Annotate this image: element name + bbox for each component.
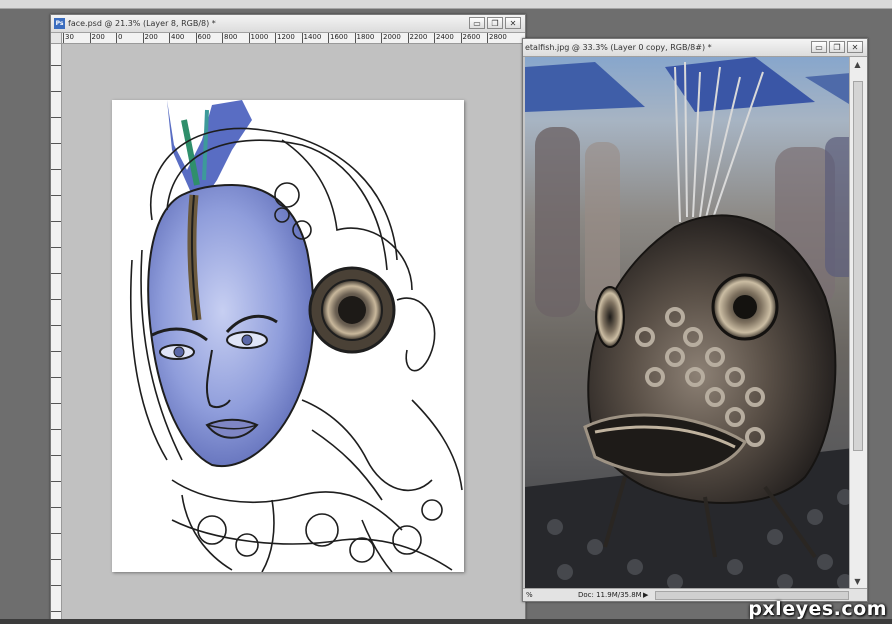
scroll-down-icon[interactable]: ▼	[852, 576, 863, 587]
ruler-label: 30	[63, 33, 74, 43]
ruler-tick	[51, 429, 61, 430]
window-title: face.psd @ 21.3% (Layer 8, RGB/8) *	[68, 19, 216, 28]
canvas-area[interactable]	[62, 44, 525, 620]
document-window-fish[interactable]: etalfish.jpg @ 33.3% (Layer 0 copy, RGB/…	[522, 38, 868, 602]
ruler-label: 2800	[487, 33, 507, 43]
ruler-label: 1000	[248, 33, 269, 43]
site-watermark: pxleyes.com	[748, 598, 887, 620]
minimize-button[interactable]: ▭	[811, 41, 827, 53]
ruler-tick	[51, 611, 61, 612]
ruler-tick	[51, 65, 61, 66]
ruler-tick	[51, 91, 61, 92]
metal-fish-photo	[525, 57, 862, 588]
ruler-tick	[51, 351, 61, 352]
close-button[interactable]: ✕	[847, 41, 863, 53]
ruler-label: 1200	[275, 33, 295, 43]
ruler-tick	[51, 325, 61, 326]
ruler-tick	[51, 299, 61, 300]
reference-photo[interactable]	[525, 57, 862, 588]
ruler-origin[interactable]	[51, 33, 62, 44]
title-bar[interactable]: Ps face.psd @ 21.3% (Layer 8, RGB/8) * ▭…	[51, 15, 525, 33]
ruler-tick	[51, 507, 61, 508]
ruler-label: 2200	[407, 33, 428, 43]
ruler-tick	[51, 143, 61, 144]
ruler-tick	[51, 377, 61, 378]
ruler-tick	[51, 169, 61, 170]
ruler-label: 600	[195, 33, 211, 43]
ruler-tick	[51, 533, 61, 534]
ruler-tick	[51, 221, 61, 222]
ruler-tick	[51, 273, 61, 274]
ruler-label: 200	[89, 33, 105, 43]
window-title: etalfish.jpg @ 33.3% (Layer 0 copy, RGB/…	[525, 43, 712, 52]
top-menu-strip	[0, 0, 892, 9]
ruler-label: 1800	[354, 33, 375, 43]
ruler-tick	[51, 247, 61, 248]
restore-button[interactable]: ❐	[487, 17, 503, 29]
ruler-label: 0	[116, 33, 123, 43]
document-window-face[interactable]: Ps face.psd @ 21.3% (Layer 8, RGB/8) * ▭…	[50, 14, 526, 621]
ruler-tick	[51, 403, 61, 404]
ruler-tick	[51, 585, 61, 586]
ruler-label: 200	[142, 33, 158, 43]
ruler-tick	[51, 481, 61, 482]
face-sketch-artwork	[130, 100, 463, 572]
status-menu-arrow-icon[interactable]: ▶	[643, 589, 648, 601]
zoom-readout[interactable]: %	[526, 589, 533, 601]
ruler-label: 2400	[434, 33, 454, 43]
ruler-label: 800	[222, 33, 238, 43]
scroll-up-icon[interactable]: ▲	[852, 59, 863, 70]
ruler-tick	[51, 117, 61, 118]
minimize-button[interactable]: ▭	[469, 17, 485, 29]
doc-size-readout: Doc: 11.9M/35.8M	[578, 591, 642, 599]
ruler-label: 2000	[381, 33, 401, 43]
scroll-thumb[interactable]	[853, 81, 863, 451]
taskbar	[0, 619, 892, 624]
ruler-tick	[51, 455, 61, 456]
close-button[interactable]: ✕	[505, 17, 521, 29]
ruler-label: 1600	[328, 33, 348, 43]
ruler-label: 2600	[460, 33, 481, 43]
vertical-scrollbar[interactable]: ▲ ▼	[849, 57, 867, 589]
restore-button[interactable]: ❐	[829, 41, 845, 53]
ruler-tick	[51, 195, 61, 196]
ruler-label: 400	[169, 33, 185, 43]
vertical-ruler[interactable]	[51, 33, 62, 620]
ruler-tick	[51, 559, 61, 560]
title-bar[interactable]: etalfish.jpg @ 33.3% (Layer 0 copy, RGB/…	[523, 39, 867, 57]
document-canvas[interactable]	[112, 100, 464, 572]
ps-app-icon: Ps	[54, 18, 65, 29]
ruler-label: 1400	[301, 33, 322, 43]
horizontal-ruler[interactable]: 30 200 0 200 400 600 800 1000 1200 1400 1600 1800 20…	[61, 33, 525, 44]
